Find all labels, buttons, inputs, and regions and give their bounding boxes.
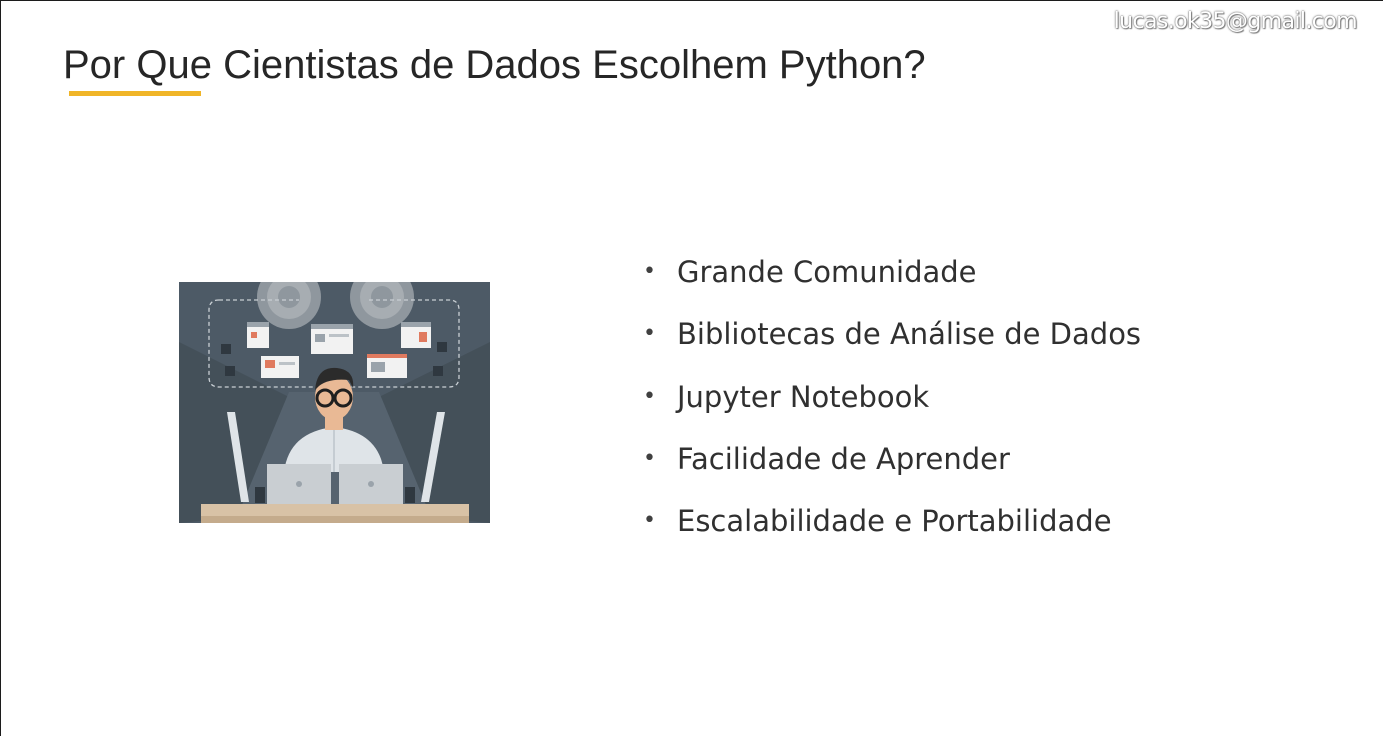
bullet-text: Bibliotecas de Análise de Dados	[677, 317, 1142, 352]
window-icon	[261, 356, 299, 378]
list-item: • Bibliotecas de Análise de Dados	[641, 306, 1141, 368]
slide: lucas.ok35@gmail.com Por Que Cientistas …	[0, 0, 1383, 736]
email-watermark: lucas.ok35@gmail.com	[1113, 9, 1358, 34]
window-icon	[367, 354, 407, 378]
bullet-icon: •	[643, 321, 656, 347]
title-underline	[69, 91, 201, 96]
laptop-icon	[339, 464, 403, 504]
window-icon	[247, 322, 269, 348]
list-item: • Escalabilidade e Portabilidade	[641, 493, 1141, 555]
window-icon	[401, 322, 431, 348]
slide-title: Por Que Cientistas de Dados Escolhem Pyt…	[63, 43, 926, 87]
bullet-icon: •	[643, 259, 656, 284]
bullet-list: • Grande Comunidade • Bibliotecas de Análi…	[641, 244, 1141, 555]
data-scientist-illustration	[179, 265, 490, 523]
bullet-text: Escalabilidade e Portabilidade	[677, 504, 1112, 539]
bullet-text: Jupyter Notebook	[677, 379, 930, 414]
bullet-text: Grande Comunidade	[677, 255, 977, 289]
list-item: • Grande Comunidade	[641, 244, 1141, 306]
window-icon	[311, 324, 353, 354]
list-item: • Facilidade de Aprender	[641, 431, 1141, 493]
bullet-icon: •	[643, 383, 656, 409]
bullet-icon: •	[643, 508, 656, 534]
list-item: • Jupyter Notebook	[641, 369, 1141, 431]
bullet-text: Facilidade de Aprender	[677, 441, 1010, 476]
laptop-icon	[267, 464, 331, 504]
bullet-icon: •	[643, 445, 656, 471]
